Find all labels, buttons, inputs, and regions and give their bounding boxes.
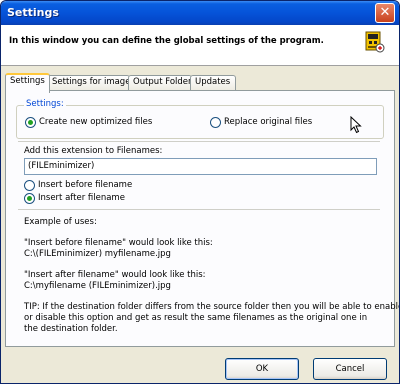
window-title: Settings — [7, 6, 59, 19]
header-banner: In this window you can define the global… — [1, 25, 399, 66]
examples-heading: Example of uses: — [24, 217, 97, 227]
example-after-path: C:\myfilename (FILEminimizer).jpg — [24, 281, 171, 291]
create-new-radio[interactable] — [25, 117, 36, 128]
title-bar[interactable]: Settings ✕ — [1, 1, 399, 25]
tip-line-3: the destination folder. — [24, 324, 118, 334]
replace-original-radio[interactable] — [210, 117, 221, 128]
tab-output-folder[interactable]: Output Folder — [128, 75, 192, 91]
cancel-button[interactable]: Cancel — [313, 358, 387, 380]
replace-original-label[interactable]: Replace original files — [224, 117, 312, 127]
tip-line-2: or disable this option and get as result… — [24, 313, 368, 323]
divider — [18, 209, 380, 210]
tip-line-1: TIP: If the destination folder differs f… — [24, 302, 400, 312]
example-before-title: "Insert before filename" would look like… — [24, 238, 213, 248]
program-icon — [365, 31, 385, 53]
tab-settings-for-images[interactable]: Settings for images — [47, 75, 135, 91]
group-label: Settings: — [24, 99, 66, 109]
mouse-pointer-icon — [350, 116, 362, 134]
extension-input[interactable]: (FILEminimizer) — [24, 158, 377, 175]
close-button[interactable]: ✕ — [375, 3, 395, 23]
settings-group: Settings: Create new optimized files Rep… — [16, 99, 384, 139]
header-text: In this window you can define the global… — [9, 36, 324, 46]
insert-after-label[interactable]: Insert after filename — [38, 193, 125, 203]
settings-window: Settings ✕ In this window you can define… — [0, 0, 400, 384]
insert-before-radio[interactable] — [24, 180, 35, 191]
ok-button[interactable]: OK — [225, 358, 299, 380]
settings-panel: Settings: Create new optimized files Rep… — [5, 90, 399, 347]
extension-label: Add this extension to Filenames: — [24, 146, 163, 156]
example-after-title: "Insert after filename" would look like … — [24, 270, 206, 280]
tab-settings[interactable]: Settings — [5, 73, 50, 93]
create-new-label[interactable]: Create new optimized files — [39, 117, 152, 127]
insert-before-label[interactable]: Insert before filename — [38, 180, 132, 190]
divider — [18, 141, 380, 142]
example-before-path: C:\(FILEminimizer) myfilename.jpg — [24, 249, 171, 259]
insert-after-radio[interactable] — [24, 193, 35, 204]
tab-updates[interactable]: Updates — [190, 75, 236, 91]
